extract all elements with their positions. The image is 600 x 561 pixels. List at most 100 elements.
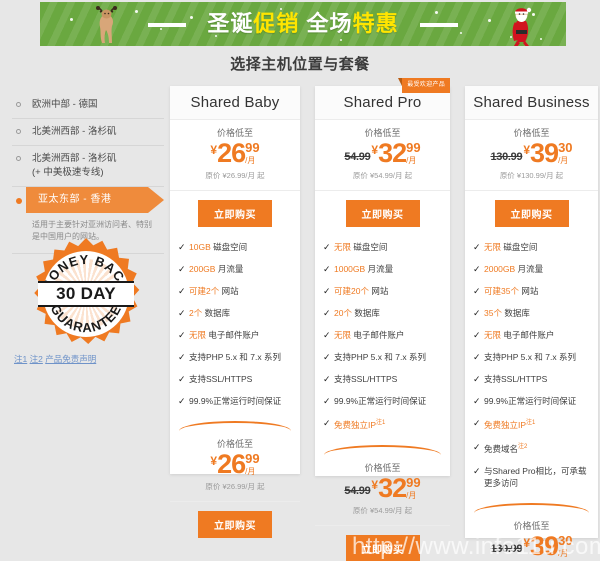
feature-text: 可建35个 网站 (484, 286, 539, 296)
footnote-note2-link[interactable]: 注2 (30, 354, 43, 364)
radio-icon-selected[interactable] (16, 198, 22, 204)
check-icon: ✓ (323, 396, 331, 406)
feature-item-10: ✓ 与Shared Pro相比，可承载更多访问 (473, 460, 590, 494)
footnote-note1-link[interactable]: 注1 (14, 354, 27, 364)
sidebar-item-location-2[interactable]: 北美洲西部 - 洛杉矶 (+ 中美极速专线) (12, 146, 164, 187)
feature-highlight: 2个 (189, 308, 203, 318)
feature-item-3: ✓ 20个 数据库 (323, 302, 442, 324)
footnote-disclaimer-link[interactable]: 产品免责声明 (45, 354, 96, 364)
price-decimal: 99 (406, 474, 421, 490)
price-row: 130.99 ¥ 39 30 /月 (469, 532, 594, 560)
buy-now-button-top[interactable]: 立即购买 (494, 200, 569, 227)
feature-item-8: ✓ 免费独立IP注1 (323, 412, 442, 436)
radio-icon[interactable] (16, 102, 21, 107)
radio-icon[interactable] (16, 156, 21, 161)
bottom-buy-wrap-1: 立即购买 (315, 526, 450, 561)
location-label: 欧洲中部 - 德国 (32, 99, 98, 110)
sidebar-item-location-0[interactable]: 欧洲中部 - 德国 (12, 92, 164, 119)
top-price-block-2: 价格低至 130.99 ¥ 39 30 /月 原价 ¥130.99/月 起 (465, 120, 598, 191)
feature-item-5: ✓ 支持PHP 5.x 和 7.x 系列 (473, 346, 590, 368)
original-price-note: 原价 ¥54.99/月 起 (352, 505, 413, 515)
price-row: 54.99 ¥ 32 99 /月 (319, 474, 446, 502)
original-price-note: 原价 ¥130.99/月 起 (499, 171, 564, 180)
buy-now-button-bottom[interactable]: 立即购买 (345, 534, 420, 561)
feature-highlight: 20个 (334, 308, 352, 318)
feature-text: 无限 电子邮件账户 (484, 330, 555, 340)
banner-title-part-4: 特惠 (352, 11, 399, 36)
check-icon: ✓ (473, 418, 481, 428)
feature-text: 99.9%正常运行时间保证 (484, 396, 577, 406)
feature-item-4: ✓ 无限 电子邮件账户 (178, 324, 292, 346)
buy-now-button-bottom[interactable]: 立即购买 (198, 511, 272, 538)
page-root: 圣诞促销 全场特惠 选择主机位置与套餐 欧洲中部 - 德国 北美洲西部 - 洛杉… (0, 0, 600, 561)
check-icon: ✓ (473, 441, 481, 452)
buy-now-button-top[interactable]: 立即购买 (198, 200, 272, 227)
feature-item-0: ✓ 无限 磁盘空间 (323, 236, 442, 258)
check-icon: ✓ (473, 242, 481, 252)
check-icon: ✓ (178, 264, 186, 274)
feature-text: 无限 磁盘空间 (484, 242, 538, 252)
feature-text: 支持SSL/HTTPS (334, 374, 398, 384)
banner-title-part-1: 圣诞 (207, 11, 254, 36)
feature-text: 支持PHP 5.x 和 7.x 系列 (334, 352, 426, 362)
original-price-note: 原价 ¥26.99/月 起 (205, 171, 265, 180)
banner-title-part-2: 促销 (253, 11, 300, 36)
price-period: /月 (558, 548, 569, 558)
feature-list: ✓ 无限 磁盘空间 ✓ 1000GB 月流量 ✓ 可建20个 网站 ✓ 20个 … (315, 236, 450, 442)
location-label-wrap: 北美洲西部 - 洛杉矶 (+ 中美极速专线) (32, 152, 116, 180)
feature-list: ✓ 无限 磁盘空间 ✓ 2000GB 月流量 ✓ 可建35个 网站 ✓ 35个 … (465, 236, 598, 500)
feature-highlight: 可建35个 (484, 286, 519, 296)
check-icon: ✓ (323, 264, 331, 274)
top-buy-wrap-0: 立即购买 (170, 191, 300, 236)
feature-footnote-ref[interactable]: 注1 (526, 420, 535, 426)
plan-name: Shared Business (465, 86, 598, 120)
price-integer: 26 (217, 449, 246, 479)
feature-item-3: ✓ 35个 数据库 (473, 302, 590, 324)
feature-highlight: 无限 (189, 330, 207, 340)
buy-now-button-top[interactable]: 立即购买 (345, 200, 420, 227)
check-icon: ✓ (473, 396, 481, 406)
check-icon: ✓ (178, 242, 186, 252)
sidebar-item-location-1[interactable]: 北美洲西部 - 洛杉矶 (12, 119, 164, 146)
bottom-price-block-0: 价格低至 ¥ 26 99 /月 原价 ¥26.99/月 起 (170, 431, 300, 502)
price-row: 54.99 ¥ 32 99 /月 (319, 140, 446, 167)
plan-card-shared-baby: Shared Baby 价格低至 ¥ 26 99 /月 原价 ¥26.99/月 … (170, 86, 300, 538)
original-price-note: 原价 ¥54.99/月 起 (352, 171, 413, 180)
currency-symbol: ¥ (371, 477, 379, 492)
plan-name: Shared Baby (170, 86, 300, 120)
feature-footnote-ref[interactable]: 注2 (518, 444, 527, 450)
feature-item-0: ✓ 无限 磁盘空间 (473, 236, 590, 258)
feature-item-7: ✓ 99.9%正常运行时间保证 (178, 390, 292, 412)
sidebar-item-location-3-selected[interactable]: 亚太东部 - 香港 (12, 187, 164, 213)
check-icon: ✓ (473, 286, 481, 296)
price-row: 130.99 ¥ 39 30 /月 (469, 140, 594, 167)
check-icon: ✓ (473, 308, 481, 318)
check-icon: ✓ (323, 330, 331, 340)
feature-highlight: 可建2个 (189, 286, 220, 296)
feature-highlight: 200GB (189, 264, 216, 274)
page-title: 选择主机位置与套餐 (230, 56, 370, 73)
check-icon: ✓ (323, 286, 331, 296)
check-icon: ✓ (178, 374, 186, 384)
price-decimal-wrap: 30 /月 (558, 534, 572, 558)
check-icon: ✓ (323, 374, 331, 384)
price-decimal-wrap: 30 /月 (558, 141, 572, 165)
price-decimal-wrap: 99 /月 (406, 140, 421, 165)
price-integer: 39 (530, 138, 559, 168)
top-price-block-0: 价格低至 ¥ 26 99 /月 原价 ¥26.99/月 起 (170, 120, 300, 191)
plan-card-shared-pro: 最受欢迎产品 Shared Pro 价格低至 54.99 ¥ 32 99 /月 … (315, 78, 450, 561)
feature-text: 99.9%正常运行时间保证 (189, 396, 282, 406)
price-decimal: 99 (406, 140, 421, 155)
top-buy-wrap-2: 立即购买 (465, 191, 598, 236)
radio-icon[interactable] (16, 129, 21, 134)
check-icon: ✓ (178, 352, 186, 362)
feature-text: 支持PHP 5.x 和 7.x 系列 (484, 352, 576, 362)
feature-text: 2个 数据库 (189, 308, 231, 318)
feature-text: 支持SSL/HTTPS (484, 374, 548, 384)
price-decimal-wrap: 99 /月 (245, 452, 259, 476)
feature-text: 200GB 月流量 (189, 264, 244, 274)
price-period: /月 (406, 156, 417, 165)
feature-footnote-ref[interactable]: 注1 (376, 420, 385, 426)
price-label: 价格低至 (364, 462, 401, 473)
feature-item-7: ✓ 99.9%正常运行时间保证 (473, 390, 590, 412)
